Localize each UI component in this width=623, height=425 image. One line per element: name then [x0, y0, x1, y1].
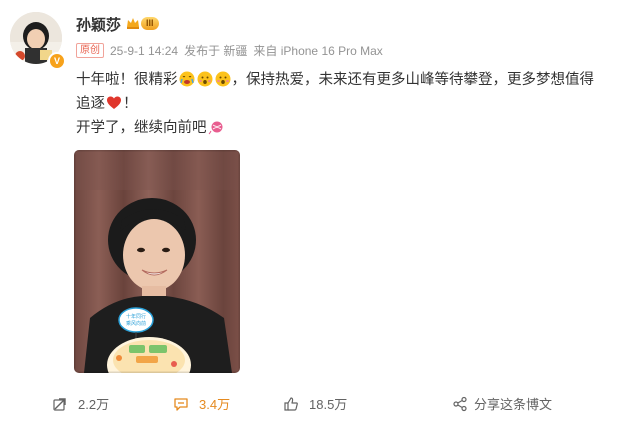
repost-button[interactable]: 2.2万: [52, 394, 109, 413]
original-tag: 原创: [76, 43, 104, 58]
crying-laughing-emoji-icon: [179, 71, 194, 87]
share-post-button[interactable]: 分享这条博文: [452, 394, 552, 413]
post-datetime[interactable]: 25-9-1 14:24: [110, 44, 178, 58]
red-heart-emoji-icon: [107, 96, 121, 109]
post-meta: 原创 25-9-1 14:24 发布于 新疆 来自 iPhone 16 Pro …: [76, 42, 383, 59]
action-bar: 2.2万 3.4万 18.5万 分享这条博文: [0, 388, 623, 418]
repost-icon: [53, 397, 66, 411]
repost-count: 2.2万: [78, 397, 110, 412]
share-icon: [453, 396, 467, 411]
post-text: 十年啦！很精彩 ，保持热爱，未来还有更多山峰等待攀登，更多梦想值得追逐！ 开学了，…: [76, 68, 606, 140]
comment-count: 3.4万: [199, 397, 231, 412]
post-text-part3: ！: [123, 96, 138, 112]
post-source: 来自 iPhone 16 Pro Max: [253, 44, 383, 58]
hushed-emoji-icon: [197, 71, 212, 87]
like-button[interactable]: 18.5万: [283, 394, 347, 413]
yarn-ball-emoji-icon: [208, 121, 222, 135]
comment-button[interactable]: 3.4万: [173, 394, 230, 413]
thumbs-up-icon: [284, 396, 298, 411]
post-photo[interactable]: 十年同行 乘风向前: [74, 150, 240, 373]
post-text-part1: 十年啦！很精彩: [76, 72, 178, 88]
vip-level-label: III: [141, 16, 159, 30]
like-count: 18.5万: [309, 397, 348, 412]
share-label: 分享这条博文: [474, 397, 553, 412]
verified-badge-icon: V: [48, 52, 66, 70]
svg-text:乘风向前: 乘风向前: [126, 320, 146, 327]
post-text-line2: 开学了，继续向前吧: [76, 120, 207, 136]
crown-icon: [127, 18, 139, 29]
hushed-emoji-icon: [215, 71, 230, 87]
post-photo-image: 十年同行 乘风向前: [74, 150, 240, 373]
post-location: 发布于 新疆: [184, 44, 248, 58]
username[interactable]: 孙颖莎: [76, 14, 121, 35]
svg-text:十年同行: 十年同行: [126, 313, 146, 320]
vip-badge[interactable]: III: [126, 16, 159, 30]
comment-icon: [174, 397, 188, 411]
